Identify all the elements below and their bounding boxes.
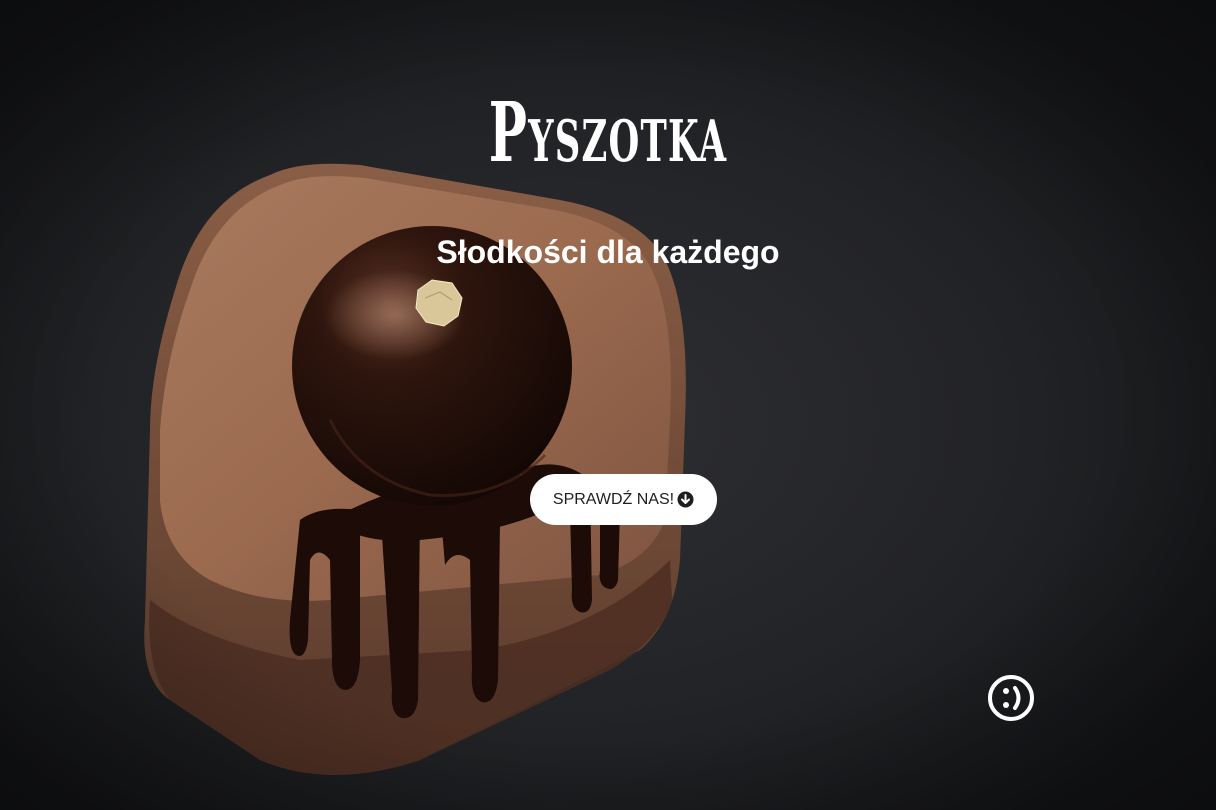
tagline: Słodkości dla każdego (436, 234, 780, 270)
hero-overlay: Pyszotka Słodkości dla każdego SPRAWDŹ N… (0, 0, 1216, 810)
arrow-down-circle-icon (677, 491, 694, 508)
accessibility-widget-button[interactable] (987, 674, 1035, 727)
check-us-button[interactable]: SPRAWDŹ NAS! (530, 474, 717, 525)
smiley-face-icon (987, 674, 1035, 727)
hero-section: Pyszotka Słodkości dla każdego SPRAWDŹ N… (0, 0, 1216, 810)
brand-title: Pyszotka (488, 85, 728, 181)
cta-label: SPRAWDŹ NAS! (552, 490, 675, 508)
